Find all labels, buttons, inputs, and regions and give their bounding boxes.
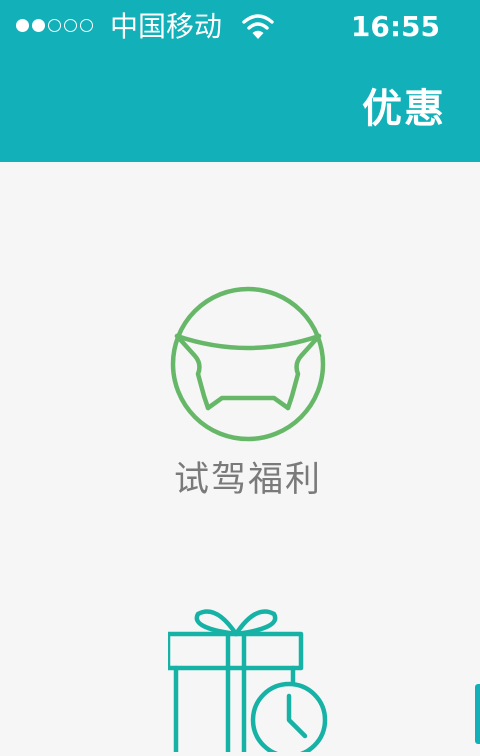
side-edge-tab[interactable] [475,684,480,744]
steering-wheel-icon [168,284,328,448]
test-drive-benefit-label: 试驾福利 [173,460,322,500]
signal-dot [16,19,29,32]
gift-coupon-item[interactable] [0,602,480,756]
app-header: 中国移动 16:55 优惠 [0,0,480,162]
offers-content: 试驾福利 [0,162,480,756]
signal-dot [48,19,61,32]
status-bar: 中国移动 16:55 [0,0,480,56]
page-title: 优惠 [362,86,446,132]
signal-dot [80,19,93,32]
signal-strength-icon [16,19,93,32]
wifi-icon [242,14,274,39]
test-drive-benefit-item[interactable]: 试驾福利 [0,284,480,504]
signal-dot [32,19,45,32]
status-time: 16:55 [350,10,440,43]
signal-dot [64,19,77,32]
gift-clock-icon [165,602,338,756]
carrier-name: 中国移动 [110,10,223,43]
